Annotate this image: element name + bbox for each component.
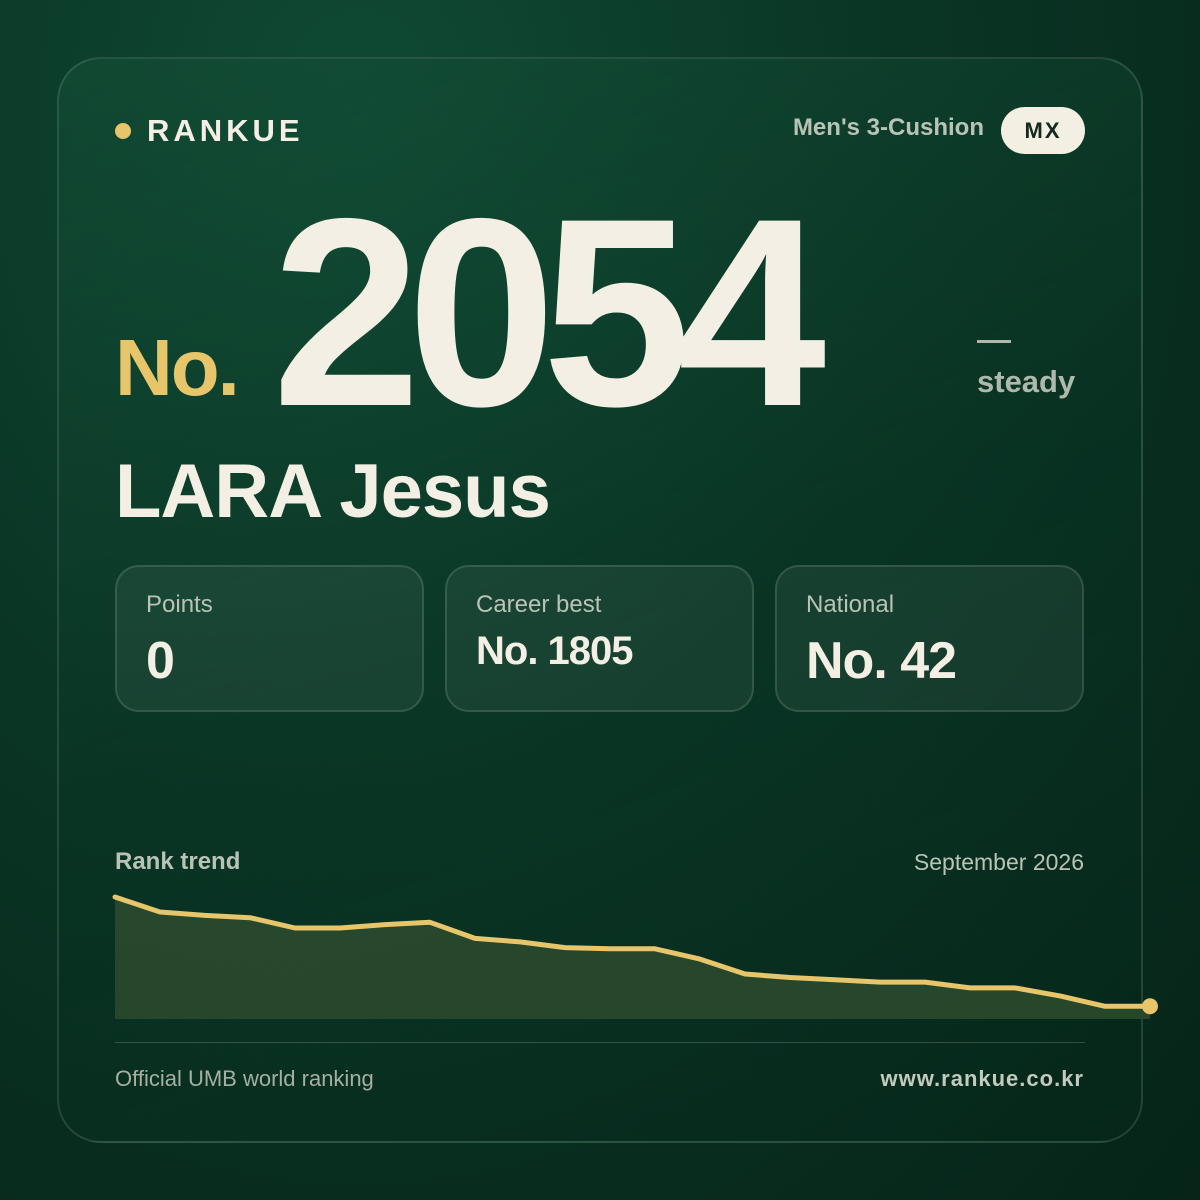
trend-current-point <box>1142 998 1158 1015</box>
rank-trend-chart <box>112 894 1158 1019</box>
footer-divider <box>115 1042 1085 1043</box>
footer-url[interactable]: www.rankue.co.kr <box>881 1066 1084 1092</box>
trend-area <box>115 897 1150 1019</box>
trend-points <box>1142 998 1158 1015</box>
footer-source: Official UMB world ranking <box>115 1066 374 1091</box>
